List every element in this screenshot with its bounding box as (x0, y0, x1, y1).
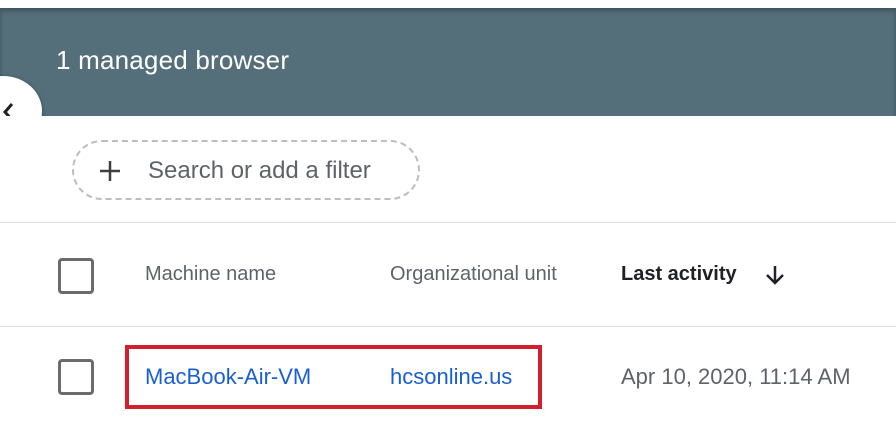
top-strip (0, 0, 896, 8)
arrow-down-icon[interactable] (764, 264, 786, 286)
column-header-last-activity[interactable]: Last activity (621, 263, 737, 286)
column-header-org-unit[interactable]: Organizational unit (390, 263, 557, 286)
plus-icon (100, 161, 120, 181)
last-activity-value: Apr 10, 2020, 11:14 AM (621, 364, 851, 389)
search-filter-input[interactable]: Search or add a filter (72, 140, 420, 200)
page-title: 1 managed browser (56, 45, 290, 75)
filter-placeholder: Search or add a filter (148, 157, 371, 184)
select-all-checkbox[interactable] (58, 258, 94, 294)
divider (0, 222, 896, 223)
highlight-box (125, 345, 542, 409)
column-header-machine-name[interactable]: Machine name (145, 263, 276, 286)
page-header: 1 managed browser (0, 8, 896, 116)
divider (0, 326, 896, 327)
row-checkbox[interactable] (58, 359, 94, 395)
